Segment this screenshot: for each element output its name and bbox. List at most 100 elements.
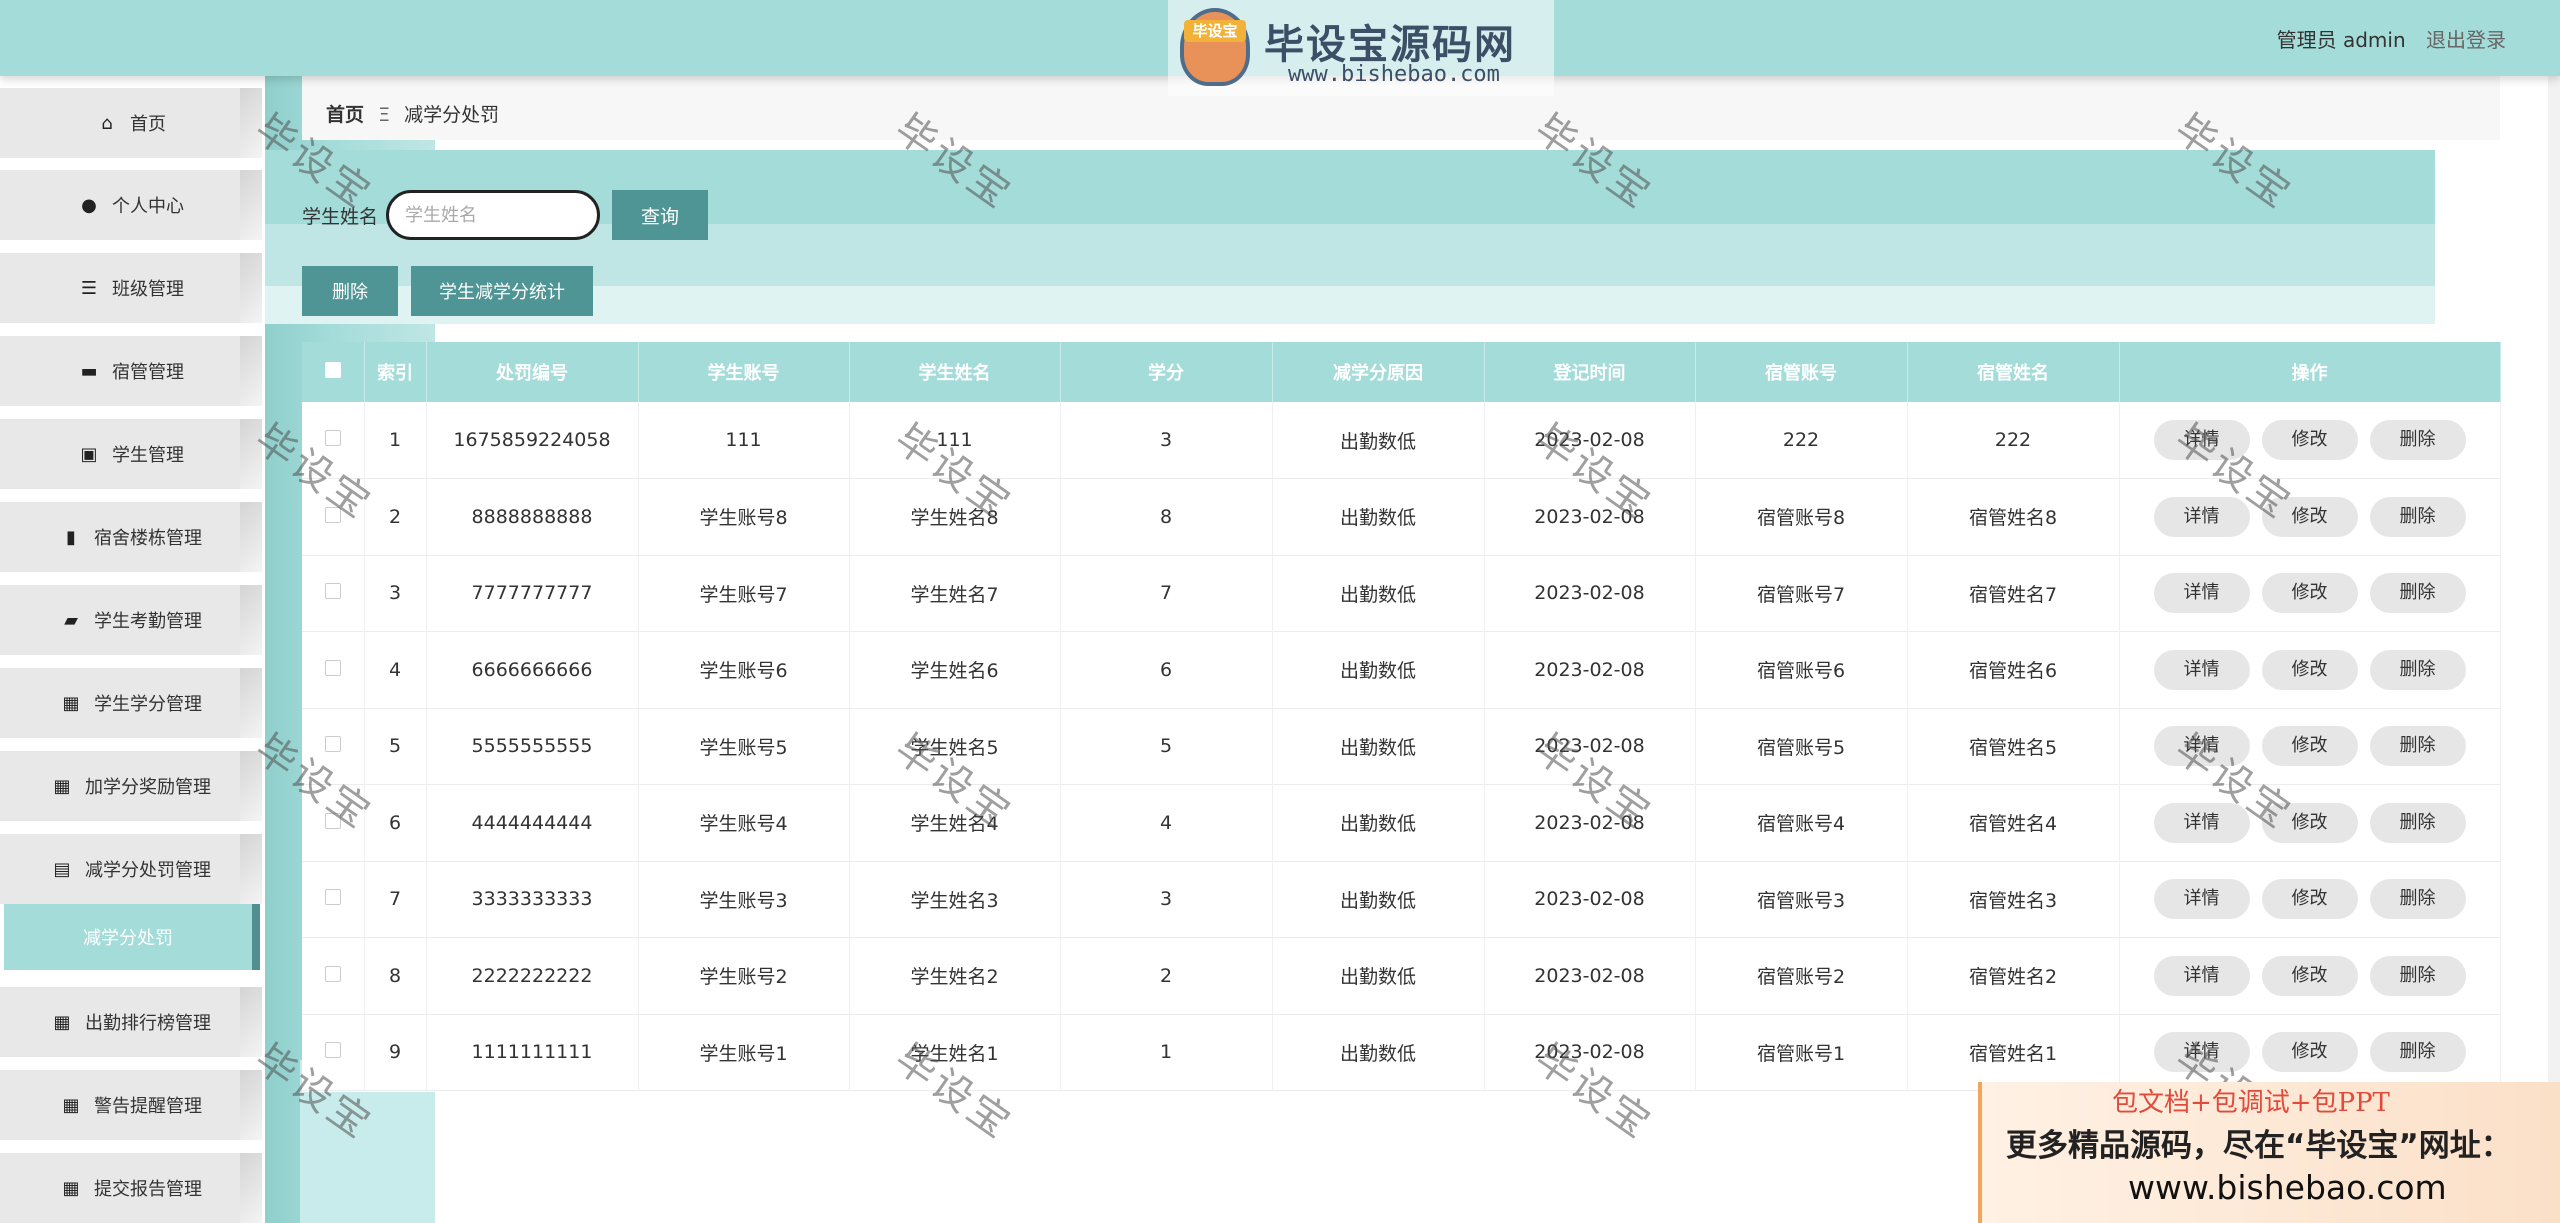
sidebar-item-3[interactable]: ▬ 宿管管理: [0, 336, 262, 406]
row-actions: 详情 修改 删除: [2119, 784, 2501, 861]
select-all-cell[interactable]: [302, 342, 365, 402]
col-header: 索引: [364, 342, 427, 402]
edit-button[interactable]: 修改: [2261, 496, 2358, 537]
row-actions: 详情 修改 删除: [2119, 708, 2501, 785]
batch-delete-button[interactable]: 删除: [302, 266, 398, 316]
cell-account: 学生账号8: [638, 478, 850, 555]
sidebar-item-4[interactable]: ▣ 学生管理: [0, 419, 262, 489]
row-checkbox[interactable]: [324, 889, 341, 906]
edit-button[interactable]: 修改: [2261, 726, 2358, 767]
edit-button[interactable]: 修改: [2261, 955, 2358, 996]
page-scrollbar[interactable]: [2548, 76, 2560, 1082]
row-checkbox[interactable]: [324, 965, 341, 982]
row-delete-button[interactable]: 删除: [2369, 496, 2466, 537]
logo-url: www.bishebao.com: [1288, 62, 1500, 87]
row-select-cell[interactable]: [302, 784, 365, 861]
detail-button[interactable]: 详情: [2153, 802, 2250, 843]
row-select-cell[interactable]: [302, 708, 365, 785]
detail-button[interactable]: 详情: [2153, 726, 2250, 767]
row-checkbox[interactable]: [324, 430, 341, 446]
col-header: 学生姓名: [849, 342, 1061, 402]
row-checkbox[interactable]: [324, 812, 341, 829]
penalty-table-container: 索引 处罚编号 学生账号 学生姓名 学分 减学分原因 登记时间 宿管账号 宿管姓…: [302, 342, 2501, 1092]
cell-index: 2: [364, 478, 427, 555]
row-select-cell[interactable]: [302, 555, 365, 632]
select-all-checkbox[interactable]: [324, 361, 341, 378]
col-header: 宿管账号: [1695, 342, 1908, 402]
detail-button[interactable]: 详情: [2153, 496, 2250, 537]
cell-dorm-name: 宿管姓名2: [1907, 937, 2120, 1014]
row-delete-button[interactable]: 删除: [2369, 420, 2466, 460]
cell-code: 1675859224058: [426, 402, 639, 479]
cell-credit: 8: [1060, 478, 1273, 555]
row-delete-button[interactable]: 删除: [2369, 879, 2466, 920]
edit-button[interactable]: 修改: [2261, 1032, 2358, 1073]
edit-button[interactable]: 修改: [2261, 649, 2358, 690]
edit-button[interactable]: 修改: [2261, 573, 2358, 614]
cell-time: 2023-02-08: [1484, 1014, 1696, 1091]
edit-button[interactable]: 修改: [2261, 802, 2358, 843]
sidebar-item-8[interactable]: ▦ 加学分奖励管理: [0, 751, 262, 821]
bar-chart-icon: ▮: [66, 526, 76, 548]
row-checkbox[interactable]: [324, 1042, 341, 1059]
sidebar-item-0[interactable]: ⌂ 首页: [0, 88, 262, 158]
row-checkbox[interactable]: [324, 659, 341, 676]
logout-link[interactable]: 退出登录: [2426, 28, 2506, 52]
row-select-cell[interactable]: [302, 478, 365, 555]
row-actions: 详情 修改 删除: [2119, 631, 2501, 708]
grid-icon: ▦: [62, 1177, 80, 1199]
row-delete-button[interactable]: 删除: [2369, 726, 2466, 767]
cell-account: 学生账号1: [638, 1014, 850, 1091]
student-name-search-input[interactable]: [386, 190, 600, 240]
cell-account: 学生账号2: [638, 937, 850, 1014]
row-delete-button[interactable]: 删除: [2369, 1032, 2466, 1073]
cell-reason: 出勤数低: [1272, 784, 1485, 861]
col-header: 学分: [1060, 342, 1273, 402]
cell-credit: 4: [1060, 784, 1273, 861]
cell-code: 1111111111: [426, 1014, 639, 1091]
row-select-cell[interactable]: [302, 861, 365, 938]
sidebar-subitem-active[interactable]: 减学分处罚: [4, 904, 260, 970]
cell-dorm-name: 宿管姓名5: [1907, 708, 2120, 785]
row-select-cell[interactable]: [302, 631, 365, 708]
detail-button[interactable]: 详情: [2153, 649, 2250, 690]
promo-banner: 包文档+包调试+包PPT 更多精品源码，尽在“毕设宝”网址： www.bishe…: [1978, 1082, 2560, 1223]
detail-button[interactable]: 详情: [2153, 879, 2250, 920]
sidebar-item-label: 学生考勤管理: [94, 611, 202, 632]
row-delete-button[interactable]: 删除: [2369, 802, 2466, 843]
sidebar-item-label: 宿舍楼栋管理: [94, 528, 202, 549]
credit-stat-button[interactable]: 学生减学分统计: [411, 266, 593, 316]
row-delete-button[interactable]: 删除: [2369, 573, 2466, 614]
sidebar-item-12[interactable]: ▦ 提交报告管理: [0, 1153, 262, 1223]
sidebar-item-9[interactable]: ▤ 减学分处罚管理: [0, 834, 262, 904]
edit-button[interactable]: 修改: [2261, 879, 2358, 920]
detail-button[interactable]: 详情: [2153, 1032, 2250, 1073]
sidebar-item-6[interactable]: ▰ 学生考勤管理: [0, 585, 262, 655]
row-checkbox[interactable]: [324, 736, 341, 753]
row-select-cell[interactable]: [302, 402, 365, 479]
row-delete-button[interactable]: 删除: [2369, 649, 2466, 690]
row-checkbox[interactable]: [324, 506, 341, 523]
row-checkbox[interactable]: [324, 583, 341, 600]
row-delete-button[interactable]: 删除: [2369, 955, 2466, 996]
sidebar-item-2[interactable]: ☰ 班级管理: [0, 253, 262, 323]
sidebar-item-5[interactable]: ▮ 宿舍楼栋管理: [0, 502, 262, 572]
promo-url: www.bishebao.com: [2128, 1168, 2447, 1207]
breadcrumb-home[interactable]: 首页: [326, 104, 364, 126]
cell-dorm-name: 宿管姓名4: [1907, 784, 2120, 861]
sidebar-item-11[interactable]: ▦ 警告提醒管理: [0, 1070, 262, 1140]
cell-credit: 3: [1060, 402, 1273, 479]
sidebar-item-1[interactable]: ● 个人中心: [0, 170, 262, 240]
detail-button[interactable]: 详情: [2153, 955, 2250, 996]
cell-account: 学生账号5: [638, 708, 850, 785]
row-select-cell[interactable]: [302, 1014, 365, 1091]
detail-button[interactable]: 详情: [2153, 420, 2250, 460]
table-row: 6 4444444444 学生账号4 学生姓名4 4 出勤数低 2023-02-08 宿管账号…: [302, 784, 2501, 861]
cell-dorm-name: 222: [1907, 402, 2120, 479]
sidebar-item-7[interactable]: ▦ 学生学分管理: [0, 668, 262, 738]
row-select-cell[interactable]: [302, 937, 365, 1014]
query-button[interactable]: 查询: [612, 190, 708, 240]
detail-button[interactable]: 详情: [2153, 573, 2250, 614]
sidebar-item-10[interactable]: ▦ 出勤排行榜管理: [0, 987, 262, 1057]
edit-button[interactable]: 修改: [2261, 420, 2358, 460]
